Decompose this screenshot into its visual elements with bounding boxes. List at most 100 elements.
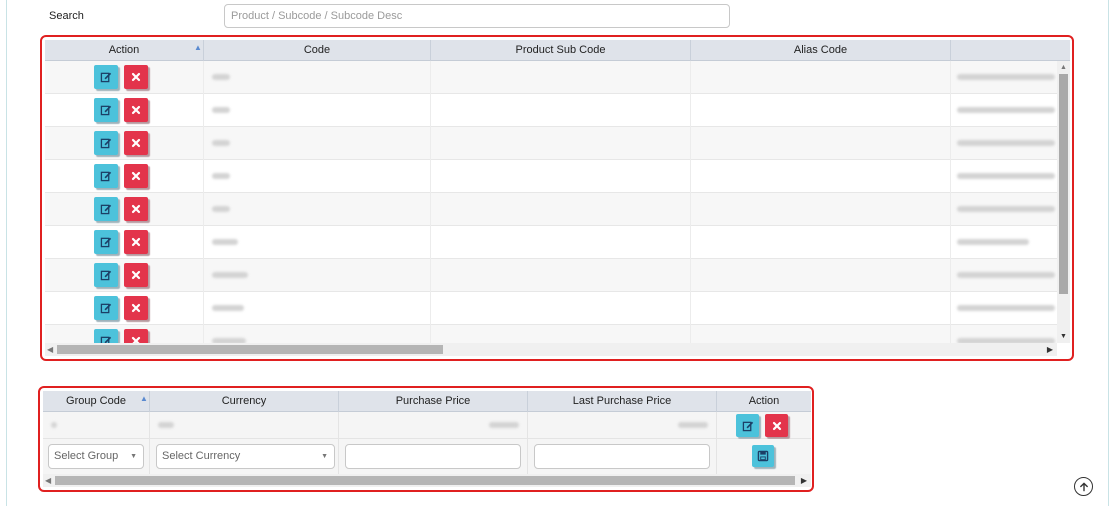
purchase-price-cell (339, 439, 528, 474)
alias-code-cell (691, 226, 951, 259)
scroll-to-top-button[interactable] (1074, 477, 1093, 496)
edit-icon (100, 72, 112, 83)
column-header-label: Purchase Price (395, 395, 471, 407)
delete-button[interactable] (124, 230, 148, 254)
scroll-right-arrow-icon[interactable]: ▶ (1047, 343, 1053, 356)
delete-icon (772, 421, 781, 430)
action-cell (45, 160, 204, 193)
edit-button[interactable] (94, 65, 118, 89)
edit-button[interactable] (94, 296, 118, 320)
search-input[interactable] (224, 4, 730, 28)
table-row[interactable] (45, 160, 1057, 193)
edit-button[interactable] (94, 230, 118, 254)
vertical-scrollbar[interactable]: ▲ ▼ (1057, 61, 1070, 343)
column-header-purchase-price[interactable]: Purchase Price (339, 391, 528, 412)
edit-button[interactable] (736, 414, 759, 437)
table-row[interactable] (45, 292, 1057, 325)
search-label: Search (49, 10, 84, 22)
page-border-left (6, 0, 7, 506)
scrollbar-thumb[interactable] (55, 476, 795, 485)
column-header-code[interactable]: Code (204, 40, 431, 61)
scrollbar-thumb[interactable] (1059, 74, 1068, 294)
action-cell (45, 61, 204, 94)
alias-code-cell (691, 193, 951, 226)
edit-button[interactable] (94, 197, 118, 221)
alias-code-cell (691, 292, 951, 325)
purchase-price-input[interactable] (345, 444, 521, 469)
save-button[interactable] (752, 445, 774, 467)
alias-code-cell (691, 127, 951, 160)
sub-code-cell (431, 61, 691, 94)
column-header-group-code[interactable]: Group Code ▲ (43, 391, 150, 412)
description-cell (951, 193, 1057, 226)
edit-button[interactable] (94, 329, 118, 343)
arrow-up-circle-icon (1079, 482, 1088, 491)
scroll-down-arrow-icon[interactable]: ▼ (1060, 333, 1067, 340)
edit-button[interactable] (94, 263, 118, 287)
scroll-right-arrow-icon[interactable]: ▶ (801, 474, 807, 487)
delete-button[interactable] (124, 296, 148, 320)
action-cell (717, 412, 811, 438)
scrollbar-thumb[interactable] (57, 345, 443, 354)
delete-button[interactable] (124, 263, 148, 287)
horizontal-scrollbar[interactable]: ◀ ▶ (43, 474, 811, 487)
sub-code-cell (431, 292, 691, 325)
column-header-action[interactable]: Action ▲ (45, 40, 204, 61)
column-header-alias-code[interactable]: Alias Code (691, 40, 951, 61)
purchase-price-cell (339, 412, 528, 438)
column-header-label: Currency (221, 395, 267, 407)
edit-button[interactable] (94, 98, 118, 122)
table-row[interactable] (45, 259, 1057, 292)
edit-icon (100, 336, 112, 343)
column-header-product-sub-code[interactable]: Product Sub Code (431, 40, 691, 61)
chevron-down-icon: ▼ (130, 453, 137, 460)
last-purchase-price-input[interactable] (534, 444, 710, 469)
edit-button[interactable] (94, 164, 118, 188)
currency-select-placeholder: Select Currency (162, 450, 241, 462)
description-cell (951, 325, 1057, 343)
code-cell (204, 193, 431, 226)
delete-button[interactable] (124, 131, 148, 155)
group-code-cell: Select Group ▼ (43, 439, 150, 474)
sub-code-cell (431, 259, 691, 292)
delete-button[interactable] (124, 65, 148, 89)
edit-icon (100, 105, 112, 116)
currency-select[interactable]: Select Currency ▼ (156, 444, 335, 469)
column-header-currency[interactable]: Currency (150, 391, 339, 412)
code-cell (204, 226, 431, 259)
column-header-label: Action (748, 395, 780, 407)
table-row[interactable] (45, 193, 1057, 226)
action-cell (717, 439, 811, 474)
sub-code-cell (431, 94, 691, 127)
column-header-action[interactable]: Action (717, 391, 811, 412)
table-row[interactable] (45, 127, 1057, 160)
table-row[interactable] (45, 61, 1057, 94)
scroll-up-arrow-icon[interactable]: ▲ (1060, 64, 1067, 71)
delete-button[interactable] (124, 98, 148, 122)
scroll-left-arrow-icon[interactable]: ◀ (47, 343, 53, 356)
table-row[interactable] (45, 94, 1057, 127)
sort-ascending-icon: ▲ (140, 394, 148, 403)
table-row[interactable] (45, 325, 1057, 343)
delete-button[interactable] (765, 414, 788, 437)
scroll-left-arrow-icon[interactable]: ◀ (45, 474, 51, 487)
delete-button[interactable] (124, 197, 148, 221)
column-header-last-purchase-price[interactable]: Last Purchase Price (528, 391, 717, 412)
table-row[interactable] (45, 226, 1057, 259)
last-purchase-price-cell (528, 439, 717, 474)
delete-button[interactable] (124, 329, 148, 343)
edit-button[interactable] (94, 131, 118, 155)
horizontal-scrollbar[interactable]: ◀ ▶ (45, 343, 1057, 356)
delete-icon (131, 336, 141, 343)
delete-icon (131, 237, 141, 247)
delete-button[interactable] (124, 164, 148, 188)
column-header-label: Group Code (66, 395, 126, 407)
column-header-label: Last Purchase Price (572, 395, 672, 407)
sub-code-cell (431, 160, 691, 193)
edit-icon (100, 303, 112, 314)
delete-icon (131, 171, 141, 181)
code-cell (204, 160, 431, 193)
table-row[interactable] (43, 412, 811, 439)
group-select[interactable]: Select Group ▼ (48, 444, 144, 469)
column-header-description[interactable] (951, 40, 1070, 61)
